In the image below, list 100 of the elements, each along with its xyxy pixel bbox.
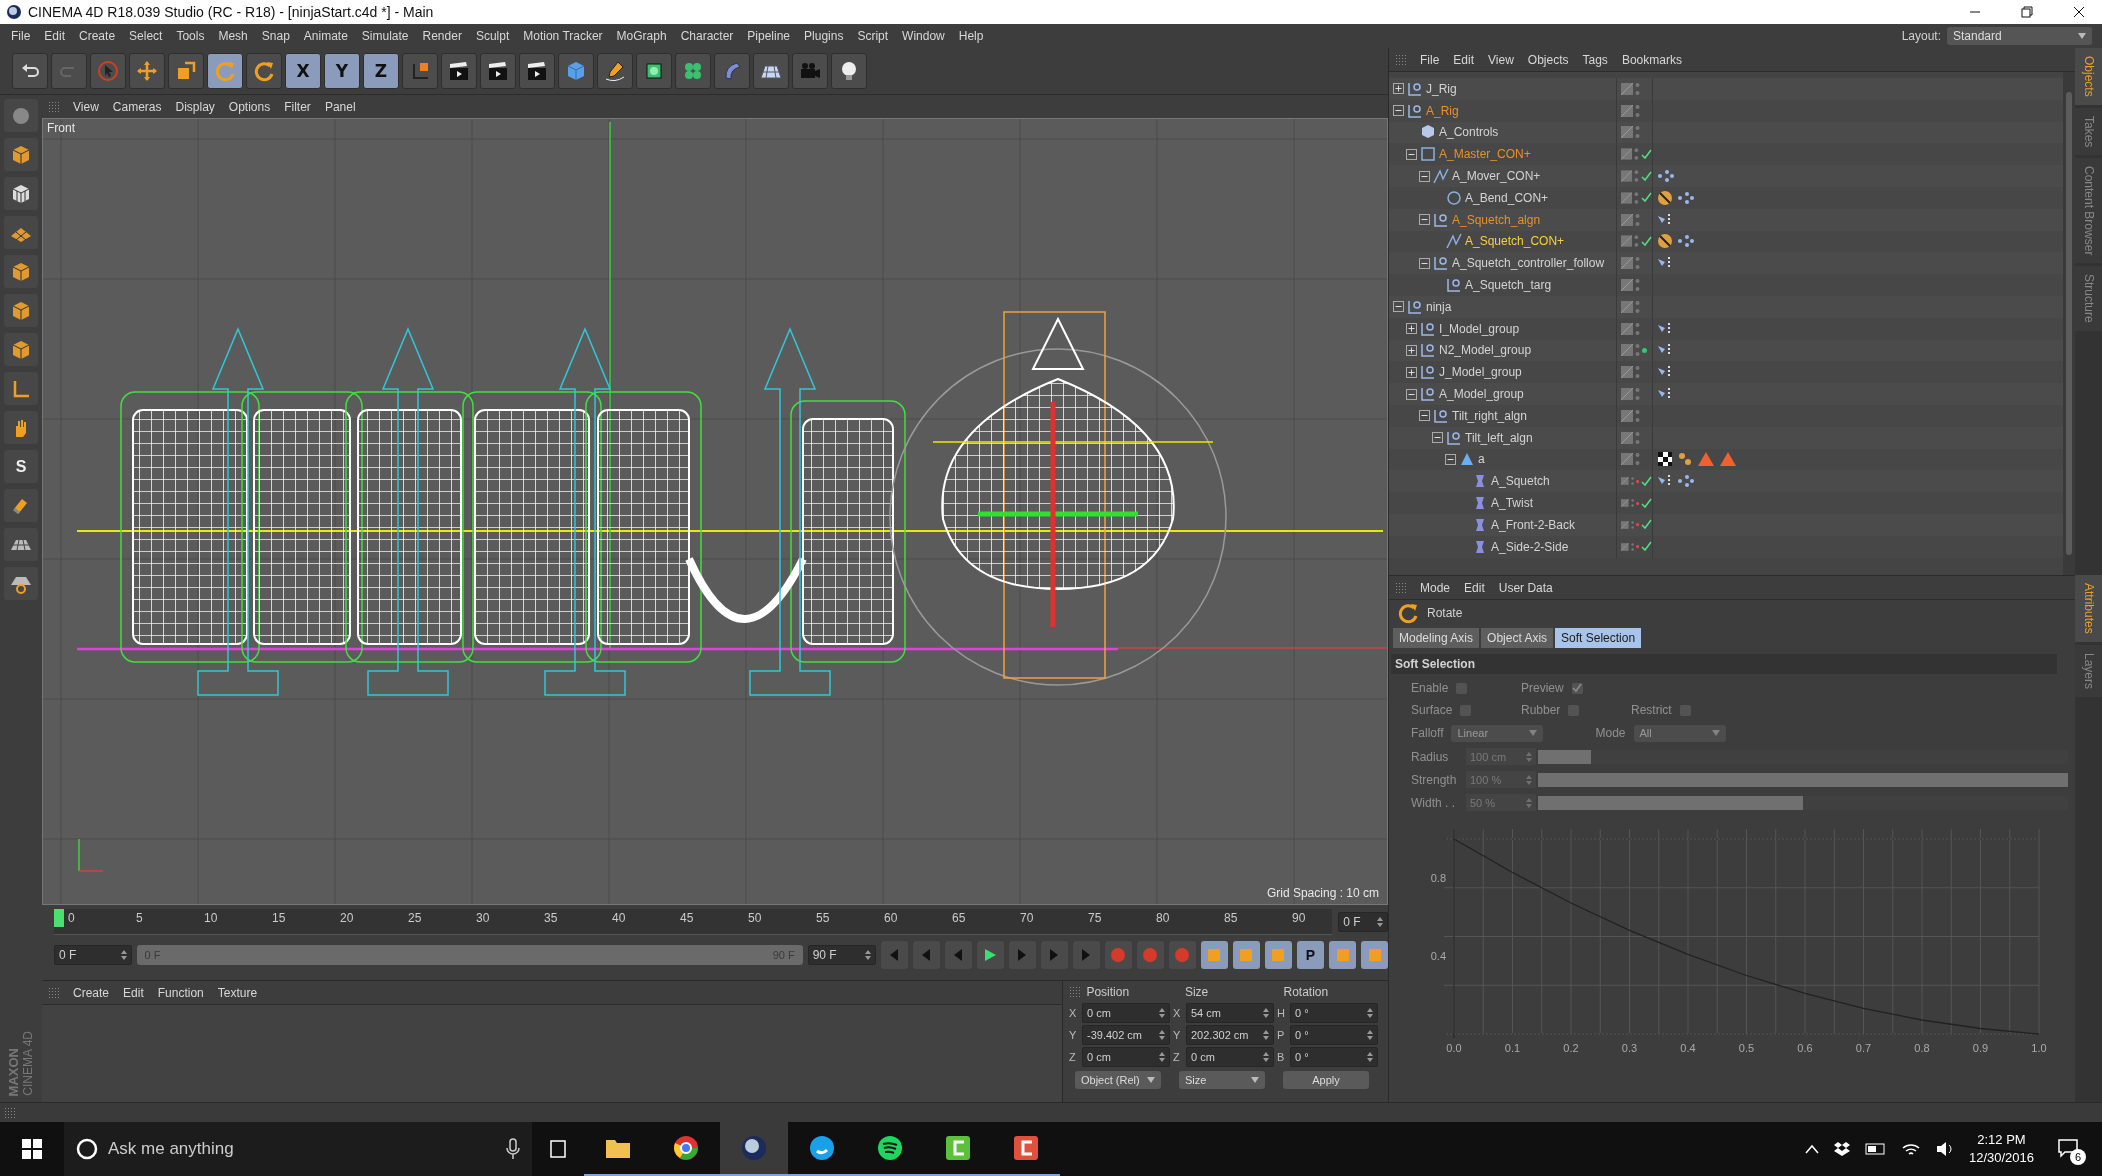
- toolbar-button[interactable]: [675, 53, 711, 89]
- tool-button[interactable]: [4, 411, 38, 444]
- tool-button[interactable]: [4, 333, 38, 366]
- menu-item[interactable]: Create: [66, 985, 117, 1000]
- object-row[interactable]: A_Model_group: [1389, 383, 2063, 405]
- menu-item[interactable]: File: [4, 29, 38, 43]
- tool-button[interactable]: [4, 216, 38, 249]
- position-field[interactable]: 0 cm: [1082, 1047, 1170, 1067]
- taskbar-app[interactable]: [720, 1122, 788, 1176]
- menu-item[interactable]: Render: [415, 29, 469, 43]
- menu-item[interactable]: Options: [221, 99, 278, 114]
- search-field[interactable]: Ask me anything: [64, 1122, 532, 1176]
- size-mode-dropdown[interactable]: Size: [1179, 1071, 1265, 1089]
- toolbar-button[interactable]: [636, 53, 672, 89]
- layout-dropdown[interactable]: Standard: [1947, 27, 2092, 45]
- key-button[interactable]: P: [1296, 941, 1324, 969]
- tool-button[interactable]: [4, 489, 38, 522]
- menu-item[interactable]: Bookmarks: [1614, 52, 1689, 67]
- object-row[interactable]: A_Squetch_algn: [1389, 208, 2063, 231]
- menu-item[interactable]: View: [1481, 52, 1521, 67]
- menu-item[interactable]: Objects: [1520, 52, 1576, 67]
- object-row[interactable]: A_Squetch: [1389, 470, 2063, 493]
- menu-item[interactable]: View: [66, 99, 106, 114]
- toolbar-button[interactable]: [402, 53, 438, 89]
- menu-item[interactable]: Cameras: [105, 99, 169, 114]
- menu-item[interactable]: Tags: [1575, 52, 1615, 67]
- toolbar-button[interactable]: [12, 53, 48, 89]
- menu-item[interactable]: Edit: [37, 29, 73, 43]
- menu-item[interactable]: Select: [122, 29, 170, 43]
- timeline-ruler[interactable]: 0 5 10 15 20 25 30 35 40 45 50 55 60 65 70 75 80 85 90: [54, 909, 1333, 935]
- toolbar-button[interactable]: [597, 53, 633, 89]
- toolbar-button[interactable]: [246, 53, 282, 89]
- menu-item[interactable]: Sculpt: [468, 29, 517, 43]
- menu-item[interactable]: Tools: [169, 29, 212, 43]
- object-row[interactable]: A_Controls: [1389, 121, 2063, 144]
- menu-item[interactable]: Function: [150, 985, 211, 1000]
- rotation-field[interactable]: 0 °: [1290, 1003, 1378, 1023]
- tool-button[interactable]: [4, 138, 38, 171]
- size-field[interactable]: 54 cm: [1186, 1003, 1274, 1023]
- toolbar-button[interactable]: [480, 53, 516, 89]
- position-field[interactable]: -39.402 cm: [1082, 1025, 1170, 1045]
- menu-item[interactable]: Plugins: [797, 29, 851, 43]
- toolbar-button[interactable]: [831, 53, 867, 89]
- toolbar-button[interactable]: [129, 53, 165, 89]
- tool-button[interactable]: [4, 177, 38, 210]
- viewport[interactable]: Front Grid Spacing : 10 cm: [42, 118, 1388, 905]
- rotation-field[interactable]: 0 °: [1290, 1047, 1378, 1067]
- object-row[interactable]: N2_Model_group: [1389, 339, 2063, 362]
- apply-button[interactable]: Apply: [1283, 1071, 1369, 1089]
- key-button[interactable]: [1329, 941, 1357, 969]
- menu-item[interactable]: File: [1413, 52, 1447, 67]
- menu-item[interactable]: Motion Tracker: [516, 29, 610, 43]
- object-row[interactable]: Tilt_left_algn: [1389, 426, 2063, 449]
- tool-button[interactable]: [4, 255, 38, 288]
- object-row[interactable]: A_Squetch_controller_follow: [1389, 252, 2063, 275]
- key-button[interactable]: [1232, 941, 1260, 969]
- tool-button[interactable]: S: [4, 450, 38, 483]
- menu-item[interactable]: Filter: [277, 99, 318, 114]
- side-tab[interactable]: Objects: [2075, 48, 2102, 105]
- position-field[interactable]: 0 cm: [1082, 1003, 1170, 1023]
- object-row[interactable]: A_Front-2-Back: [1389, 513, 2063, 536]
- tool-button[interactable]: [4, 372, 38, 405]
- toolbar-button[interactable]: Z: [363, 53, 399, 89]
- object-row[interactable]: ninja: [1389, 295, 2063, 318]
- menu-item[interactable]: Pipeline: [740, 29, 798, 43]
- toolbar-button[interactable]: [441, 53, 477, 89]
- toolbar-button[interactable]: X: [285, 53, 321, 89]
- menu-item[interactable]: Help: [951, 29, 991, 43]
- key-button[interactable]: [1361, 941, 1389, 969]
- menu-item[interactable]: Edit: [1446, 52, 1482, 67]
- menu-item[interactable]: Mesh: [211, 29, 255, 43]
- size-field[interactable]: 0 cm: [1186, 1047, 1274, 1067]
- end-frame-field[interactable]: 90 F: [807, 945, 876, 965]
- menu-item[interactable]: Display: [168, 99, 222, 114]
- toolbar-button[interactable]: [753, 53, 789, 89]
- toolbar-button[interactable]: [519, 53, 555, 89]
- menu-item[interactable]: Character: [673, 29, 741, 43]
- notifications-button[interactable]: 6: [2048, 1129, 2088, 1169]
- menu-item[interactable]: Script: [850, 29, 896, 43]
- toolbar-button[interactable]: [168, 53, 204, 89]
- start-frame-field[interactable]: 0 F: [54, 945, 132, 965]
- menu-item[interactable]: Create: [72, 29, 123, 43]
- rotation-field[interactable]: 0 °: [1290, 1025, 1378, 1045]
- scrollbar-thumb[interactable]: [2066, 92, 2072, 555]
- tool-button[interactable]: [4, 528, 38, 561]
- side-tab[interactable]: Attributes: [2075, 575, 2102, 642]
- menu-item[interactable]: Panel: [317, 99, 363, 114]
- object-row[interactable]: A_Mover_CON+: [1389, 165, 2063, 187]
- toolbar-button[interactable]: [207, 53, 243, 89]
- object-row[interactable]: J_Rig: [1389, 78, 2063, 100]
- menu-item[interactable]: Simulate: [354, 29, 416, 43]
- toolbar-button[interactable]: Y: [324, 53, 360, 89]
- key-button[interactable]: [1264, 941, 1292, 969]
- coordinate-mode-dropdown[interactable]: Object (Rel): [1075, 1071, 1161, 1089]
- menu-item[interactable]: Snap: [254, 29, 297, 43]
- menu-item[interactable]: Texture: [210, 985, 265, 1000]
- tool-button[interactable]: [4, 294, 38, 327]
- current-frame-field[interactable]: 0 F: [1338, 912, 1388, 932]
- menu-item[interactable]: Animate: [296, 29, 355, 43]
- play-button[interactable]: [976, 941, 1004, 969]
